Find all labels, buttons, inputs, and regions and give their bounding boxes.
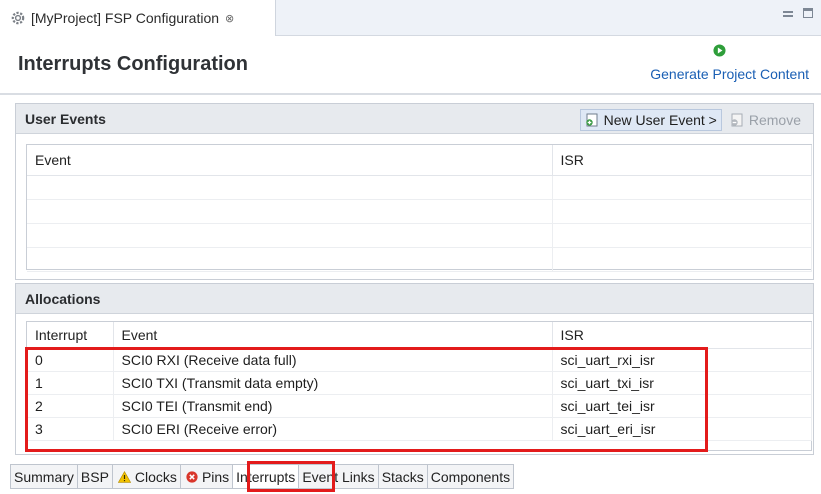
tab-label: Stacks <box>381 468 424 485</box>
table-row[interactable] <box>27 247 812 272</box>
editor-tab-title: [MyProject] FSP Configuration <box>31 10 220 26</box>
tab-interrupts[interactable]: Interrupts <box>233 465 300 488</box>
event-cell: SCI0 RXI (Receive data full) <box>113 348 553 372</box>
generate-project-content-button[interactable]: Generate Project Content <box>629 40 809 84</box>
remove-label: Remove <box>748 112 801 128</box>
interrupt-cell: 2 <box>27 394 114 418</box>
allocations-table[interactable]: Interrupt Event ISR 0 SCI0 RXI (Receive … <box>26 321 812 451</box>
new-event-icon <box>585 113 598 127</box>
interrupt-cell: 0 <box>27 348 114 372</box>
tab-label: Components <box>430 468 511 485</box>
table-row[interactable] <box>27 175 812 200</box>
new-user-event-label: New User Event > <box>603 112 717 128</box>
tab-clocks[interactable]: Clocks <box>112 465 181 488</box>
new-user-event-button[interactable]: New User Event > <box>579 109 722 131</box>
table-row[interactable]: 0 SCI0 RXI (Receive data full) sci_uart_… <box>27 348 812 372</box>
table-row[interactable] <box>27 223 812 248</box>
tab-event-links[interactable]: Event Links <box>299 465 379 488</box>
page-title: Interrupts Configuration <box>18 53 248 75</box>
interrupt-cell: 3 <box>27 417 114 441</box>
tab-label: Clocks <box>134 468 177 485</box>
user-events-header: User Events New User Event > Remove <box>16 104 813 134</box>
remove-button[interactable]: Remove <box>728 109 803 131</box>
tab-stacks[interactable]: Stacks <box>378 465 428 488</box>
tab-label: Event Links <box>302 468 375 485</box>
column-header-isr[interactable]: ISR <box>552 145 812 176</box>
table-row[interactable]: 2 SCI0 TEI (Transmit end) sci_uart_tei_i… <box>27 394 812 418</box>
minimize-icon[interactable] <box>783 11 793 17</box>
column-header-event[interactable]: Event <box>27 145 553 176</box>
maximize-icon[interactable] <box>803 8 813 18</box>
tab-components[interactable]: Components <box>427 465 514 488</box>
event-cell: SCI0 ERI (Receive error) <box>113 417 553 441</box>
isr-cell: sci_uart_tei_isr <box>552 394 812 418</box>
section-title: Allocations <box>25 290 101 307</box>
gear-icon <box>11 11 25 25</box>
remove-icon <box>731 113 743 127</box>
editor-tab-strip: [MyProject] FSP Configuration ⊗ <box>0 0 821 36</box>
isr-cell: sci_uart_rxi_isr <box>552 348 812 372</box>
generate-project-content-label: Generate Project Content <box>650 66 809 82</box>
tab-label: BSP <box>80 468 109 485</box>
allocations-header: Allocations <box>16 284 813 314</box>
tab-pins[interactable]: Pins <box>180 465 234 488</box>
tab-label: Interrupts <box>236 468 296 485</box>
table-row[interactable]: 3 SCI0 ERI (Receive error) sci_uart_eri_… <box>27 417 812 441</box>
isr-cell: sci_uart_eri_isr <box>552 417 812 441</box>
user-events-table[interactable]: Event ISR <box>26 144 812 272</box>
section-title: User Events <box>25 110 106 127</box>
column-header-event[interactable]: Event <box>113 322 553 349</box>
allocations-section: Allocations Interrupt Event ISR 0 SCI0 R… <box>15 283 814 455</box>
interrupt-cell: 1 <box>27 371 114 395</box>
configuration-page-tabs: Summary BSP Clocks Pins Interrupts Event… <box>10 464 515 489</box>
tab-bsp[interactable]: BSP <box>77 465 113 488</box>
editor-tab-fsp-configuration[interactable]: [MyProject] FSP Configuration ⊗ <box>0 0 276 36</box>
header-divider <box>0 93 821 95</box>
table-row[interactable] <box>27 199 812 224</box>
user-events-section: User Events New User Event > Remove Even… <box>15 103 814 280</box>
error-icon <box>186 470 198 483</box>
event-cell: SCI0 TEI (Transmit end) <box>113 394 553 418</box>
column-header-interrupt[interactable]: Interrupt <box>27 322 114 349</box>
warning-icon <box>117 470 131 483</box>
event-cell: SCI0 TXI (Transmit data empty) <box>113 371 553 395</box>
column-header-isr[interactable]: ISR <box>552 322 812 349</box>
tab-label: Pins <box>201 468 230 485</box>
isr-cell: sci_uart_txi_isr <box>552 371 812 395</box>
table-row[interactable]: 1 SCI0 TXI (Transmit data empty) sci_uar… <box>27 371 812 395</box>
tab-label: Summary <box>14 468 74 485</box>
run-icon <box>713 44 726 57</box>
tab-summary[interactable]: Summary <box>11 465 78 488</box>
close-icon[interactable]: ⊗ <box>225 12 234 25</box>
